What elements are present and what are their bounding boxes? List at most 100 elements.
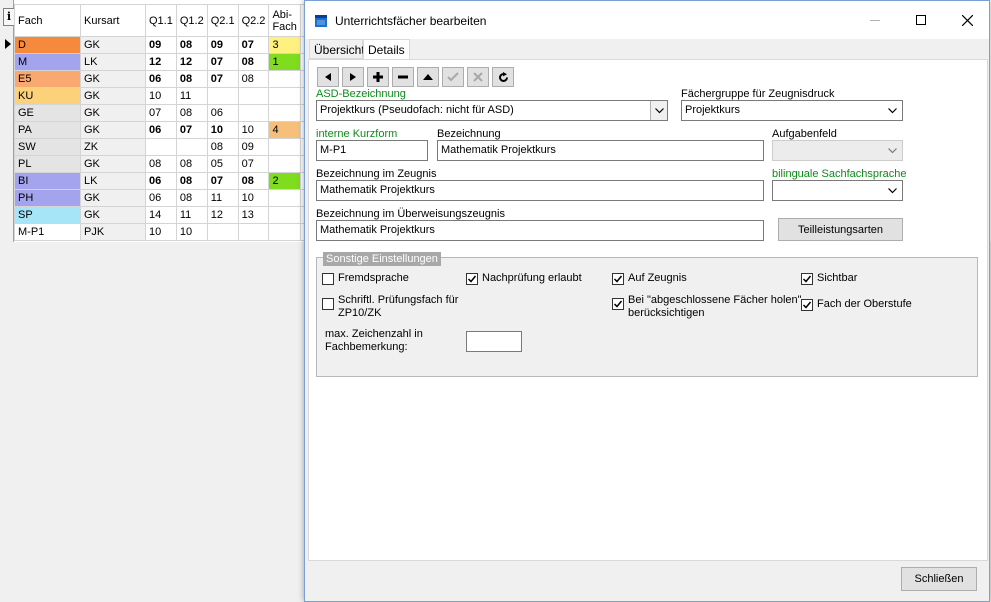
col-header-q12[interactable]: Q1.2	[175, 4, 208, 37]
cell-q21[interactable]: 08	[206, 138, 239, 156]
cell-q21[interactable]: 07	[206, 53, 239, 71]
schriftl-pruefungsfach-checkbox[interactable]: Schriftl. Prüfungsfach für ZP10/ZK	[322, 294, 458, 320]
cell-q21[interactable]: 10	[206, 121, 239, 139]
fremdsprache-checkbox[interactable]: Fremdsprache	[322, 272, 409, 285]
cell-q22[interactable]: 10	[237, 121, 270, 139]
col-header-abifach[interactable]: Abi- Fach	[268, 4, 301, 37]
cell-q11[interactable]: 06	[145, 172, 177, 190]
cell-fach[interactable]: BI	[14, 172, 81, 190]
nachpruefung-checkbox[interactable]: Nachprüfung erlaubt	[466, 272, 582, 285]
cell-q22[interactable]: 09	[237, 138, 270, 156]
cell-q11[interactable]: 07	[145, 104, 177, 122]
cell-q22[interactable]	[237, 104, 270, 122]
title-bar[interactable]: Unterrichtsfächer bearbeiten	[305, 1, 989, 39]
cell-q11[interactable]: 14	[145, 206, 177, 224]
kurzform-input[interactable]: M-P1	[316, 140, 428, 161]
cell-abifach[interactable]	[268, 206, 301, 224]
cell-kursart[interactable]: PJK	[80, 223, 146, 241]
bezeichnung-input[interactable]: Mathematik Projektkurs	[437, 140, 764, 161]
schliessen-button[interactable]: Schließen	[901, 567, 977, 591]
table-row[interactable]: KU GK 10 11	[14, 87, 321, 105]
cell-q22[interactable]: 08	[237, 53, 270, 71]
cell-q12[interactable]: 08	[175, 104, 208, 122]
cell-q11[interactable]	[145, 138, 177, 156]
table-row[interactable]: E5 GK 06 08 07 08	[14, 70, 321, 88]
table-row[interactable]: PA GK 06 07 10 10 4	[14, 121, 321, 139]
cell-kursart[interactable]: GK	[80, 70, 146, 88]
checkbox-box[interactable]	[612, 298, 624, 310]
cell-q12[interactable]: 11	[175, 206, 208, 224]
cell-q22[interactable]	[237, 223, 270, 241]
cell-q21[interactable]: 12	[206, 206, 239, 224]
cell-q22[interactable]: 13	[237, 206, 270, 224]
cell-q11[interactable]: 10	[145, 87, 177, 105]
col-header-q22[interactable]: Q2.2	[237, 4, 270, 37]
table-row[interactable]: SP GK 14 11 12 13	[14, 206, 321, 224]
cell-q11[interactable]: 09	[145, 36, 177, 54]
cell-kursart[interactable]: GK	[80, 87, 146, 105]
cell-q12[interactable]	[175, 138, 208, 156]
cell-kursart[interactable]: LK	[80, 172, 146, 190]
cell-q22[interactable]: 08	[237, 172, 270, 190]
cell-q12[interactable]: 08	[175, 172, 208, 190]
cell-q12[interactable]: 08	[175, 189, 208, 207]
cell-abifach[interactable]	[268, 223, 301, 241]
cell-abifach[interactable]: 2	[268, 172, 301, 190]
cell-q21[interactable]: 05	[206, 155, 239, 173]
cell-q11[interactable]: 06	[145, 189, 177, 207]
cell-fach[interactable]: KU	[14, 87, 81, 105]
cell-q11[interactable]: 06	[145, 121, 177, 139]
cell-fach[interactable]: SW	[14, 138, 81, 156]
checkbox-box[interactable]	[466, 273, 478, 285]
cell-q11[interactable]: 06	[145, 70, 177, 88]
cell-kursart[interactable]: ZK	[80, 138, 146, 156]
table-row[interactable]: D GK 09 08 09 07 3	[14, 36, 321, 54]
tab-details[interactable]: Details	[363, 39, 410, 60]
zeugnis-input[interactable]: Mathematik Projektkurs	[316, 180, 764, 201]
cell-fach[interactable]: PA	[14, 121, 81, 139]
cell-q21[interactable]: 09	[206, 36, 239, 54]
cell-q11[interactable]: 12	[145, 53, 177, 71]
checkbox-box[interactable]	[801, 299, 813, 311]
cell-abifach[interactable]	[268, 189, 301, 207]
cell-q21[interactable]: 11	[206, 189, 239, 207]
table-row[interactable]: PL GK 08 08 05 07	[14, 155, 321, 173]
max-zeichenzahl-input[interactable]	[466, 331, 522, 352]
next-button[interactable]	[342, 67, 364, 87]
cell-fach[interactable]: E5	[14, 70, 81, 88]
refresh-button[interactable]	[492, 67, 514, 87]
cell-fach[interactable]: D	[14, 36, 81, 54]
cell-q21[interactable]: 07	[206, 70, 239, 88]
col-header-q11[interactable]: Q1.1	[145, 4, 177, 37]
delete-button[interactable]	[392, 67, 414, 87]
prior-button[interactable]	[317, 67, 339, 87]
cell-kursart[interactable]: GK	[80, 104, 146, 122]
cell-q12[interactable]: 11	[175, 87, 208, 105]
table-row[interactable]: SW ZK 08 09	[14, 138, 321, 156]
cell-q21[interactable]: 06	[206, 104, 239, 122]
insert-button[interactable]	[367, 67, 389, 87]
table-row[interactable]: BI LK 06 08 07 08 2	[14, 172, 321, 190]
cell-abifach[interactable]	[268, 70, 301, 88]
cell-q22[interactable]: 07	[237, 155, 270, 173]
cell-abifach[interactable]	[268, 87, 301, 105]
minimize-button[interactable]	[852, 1, 898, 39]
cell-kursart[interactable]: GK	[80, 189, 146, 207]
table-row[interactable]: GE GK 07 08 06	[14, 104, 321, 122]
tab-uebersicht[interactable]: Übersicht	[309, 39, 365, 59]
edit-button[interactable]	[417, 67, 439, 87]
close-button[interactable]	[944, 1, 990, 39]
cell-abifach[interactable]: 4	[268, 121, 301, 139]
cell-q22[interactable]: 10	[237, 189, 270, 207]
cell-kursart[interactable]: GK	[80, 121, 146, 139]
col-header-kursart[interactable]: Kursart	[80, 4, 146, 37]
cell-abifach[interactable]	[268, 104, 301, 122]
cell-abifach[interactable]	[268, 138, 301, 156]
table-row[interactable]: PH GK 06 08 11 10	[14, 189, 321, 207]
cell-q11[interactable]: 08	[145, 155, 177, 173]
cell-fach[interactable]: PH	[14, 189, 81, 207]
cell-abifach[interactable]	[268, 155, 301, 173]
cell-fach[interactable]: M	[14, 53, 81, 71]
auf-zeugnis-checkbox[interactable]: Auf Zeugnis	[612, 272, 687, 285]
cell-q12[interactable]: 12	[175, 53, 208, 71]
